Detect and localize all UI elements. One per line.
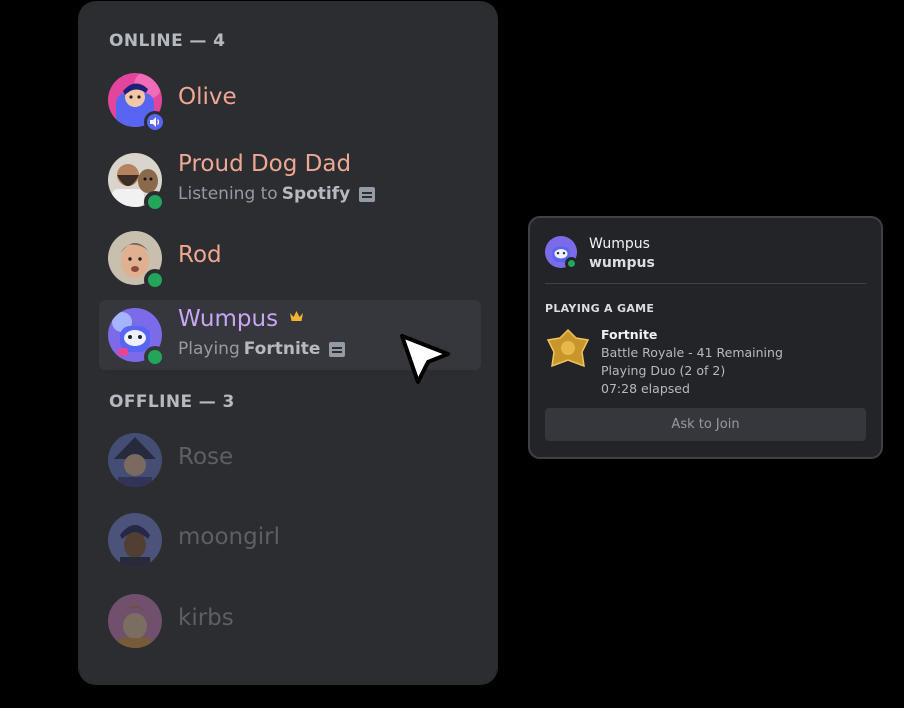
ask-to-join-button[interactable]: Ask to Join (545, 408, 866, 441)
member-name: Rose (178, 444, 234, 470)
popout-username: wumpus (589, 255, 655, 271)
member-name: moongirl (178, 524, 280, 550)
speaker-icon (150, 117, 160, 127)
activity-prefix: Playing (178, 339, 240, 359)
member-name: Proud Dog Dad (178, 151, 352, 177)
voice-status-badge (144, 111, 166, 133)
cursor-icon (400, 334, 450, 384)
member-rose[interactable]: Rose (99, 425, 481, 495)
online-status-dot (144, 269, 166, 291)
activity-app: Spotify (281, 184, 351, 204)
crown-icon (290, 311, 303, 321)
member-activity: Listening to Spotify (178, 184, 376, 204)
member-rod[interactable]: Rod (99, 223, 481, 293)
popout-display-name: Wumpus (589, 236, 650, 252)
game-elapsed: 07:28 elapsed (601, 381, 690, 396)
member-olive[interactable]: Olive (99, 65, 481, 135)
avatar (108, 433, 162, 487)
online-status-dot (565, 257, 578, 270)
game-details: Fortnite Battle Royale - 41 Remaining Pl… (601, 326, 783, 398)
online-section-header: ONLINE — 4 (109, 31, 226, 51)
offline-section-header: OFFLINE — 3 (109, 392, 235, 412)
avatar (108, 513, 162, 567)
member-proud-dog-dad[interactable]: Proud Dog Dad Listening to Spotify (99, 145, 481, 215)
member-name: kirbs (178, 605, 234, 631)
avatar (108, 594, 162, 648)
game-party: Playing Duo (2 of 2) (601, 363, 726, 378)
member-name: Olive (178, 84, 237, 110)
fortnite-badge-icon (546, 328, 590, 368)
rich-presence-icon (329, 341, 346, 357)
member-moongirl[interactable]: moongirl (99, 505, 481, 575)
game-mode: Battle Royale - 41 Remaining (601, 345, 783, 360)
popout-divider (545, 283, 866, 284)
rich-presence-icon (359, 186, 376, 202)
online-status-dot (144, 191, 166, 213)
game-title: Fortnite (601, 327, 658, 342)
activity-section-title: PLAYING A GAME (545, 302, 655, 315)
member-kirbs[interactable]: kirbs (99, 586, 481, 656)
user-profile-popout: Wumpus wumpus PLAYING A GAME Fortnite Ba… (528, 216, 883, 459)
member-activity: Playing Fortnite (178, 339, 346, 359)
online-status-dot (144, 346, 166, 368)
activity-prefix: Listening to (178, 184, 278, 204)
member-name: Rod (178, 242, 222, 268)
member-name: Wumpus (178, 306, 279, 332)
activity-app: Fortnite (243, 339, 321, 359)
